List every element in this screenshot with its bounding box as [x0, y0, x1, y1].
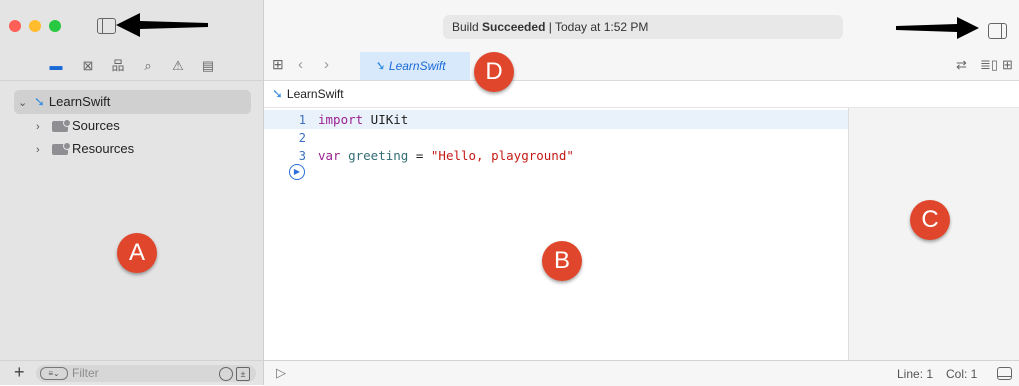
swift-icon: ➘ — [272, 86, 283, 101]
warning-icon[interactable]: ⚠ — [168, 56, 188, 76]
code-line: import UIKit — [318, 112, 409, 127]
arrow-right-annotation-icon — [896, 17, 979, 39]
toggle-inspector-button[interactable] — [988, 23, 1007, 39]
code-editor[interactable]: 1 2 3 ▶ import UIKit var greeting = "Hel… — [264, 108, 848, 360]
editor-tab-bar: ⊞ ‹ › ➘ LearnSwift ⇄ ≣▯ ⊞ — [264, 52, 1019, 81]
swift-icon: ➘ — [374, 58, 385, 73]
annotation-badge-c: C — [910, 200, 950, 240]
arrow-left-annotation-icon — [116, 13, 208, 37]
close-window-button[interactable] — [9, 20, 21, 32]
tab-learnswift[interactable]: ➘ LearnSwift — [360, 52, 470, 80]
debug-bar: ▷ Line: 1 Col: 1 — [264, 360, 1019, 386]
add-editor-icon[interactable]: ⊞ — [1002, 57, 1013, 73]
panel-toggle-icon[interactable] — [997, 367, 1012, 380]
tree-item-resources[interactable]: › Resources — [36, 137, 251, 161]
line-number: 2 — [298, 131, 306, 145]
back-icon[interactable]: ‹ — [298, 56, 303, 73]
tab-label: LearnSwift — [388, 59, 446, 73]
chevron-down-icon[interactable]: ⌄ — [18, 91, 30, 115]
forward-icon[interactable]: › — [324, 56, 329, 73]
line-number: 1 — [298, 113, 306, 127]
run-playground-icon[interactable]: ▷ — [276, 365, 286, 381]
status-separator: | — [548, 20, 552, 34]
folder-icon — [52, 142, 71, 156]
navigator-filter-bar: + ≡⌄ Filter ± — [0, 360, 263, 386]
minimize-window-button[interactable] — [29, 20, 41, 32]
search-icon[interactable]: ⌕ — [138, 56, 158, 76]
clock-icon[interactable] — [219, 367, 233, 381]
filter-options-icon[interactable]: ≡⌄ — [40, 367, 68, 380]
navigator-selector-bar: ▬ ⊠ 品 ⌕ ⚠ ▤ — [0, 52, 263, 81]
annotation-badge-b: B — [542, 241, 582, 281]
cursor-col: Col: 1 — [946, 367, 978, 381]
adjust-editor-icon[interactable]: ≣▯ — [980, 57, 998, 73]
tree-item-label: Resources — [72, 141, 135, 156]
folder-icon[interactable]: ▬ — [46, 56, 66, 76]
annotation-badge-a: A — [117, 233, 157, 273]
chevron-right-icon[interactable]: › — [36, 115, 48, 139]
tree-item-learnswift[interactable]: ⌄ ➘ LearnSwift — [14, 90, 251, 114]
status-time: Today at 1:52 PM — [555, 20, 649, 34]
tree-item-label: LearnSwift — [48, 94, 111, 109]
tree-item-label: Sources — [72, 118, 120, 133]
x-square-icon[interactable]: ⊠ — [78, 56, 98, 76]
zoom-window-button[interactable] — [49, 20, 61, 32]
tree-item-sources[interactable]: › Sources — [36, 114, 251, 138]
scm-filter-icon[interactable]: ± — [236, 367, 250, 381]
filter-placeholder: Filter — [72, 366, 99, 380]
hierarchy-icon[interactable]: 品 — [108, 56, 128, 76]
play-icon[interactable]: ▶ — [289, 164, 305, 180]
list-icon[interactable]: ▤ — [198, 56, 218, 76]
status-result: Succeeded — [482, 20, 546, 34]
breadcrumb[interactable]: LearnSwift — [287, 87, 344, 101]
cursor-line: Line: 1 — [897, 367, 934, 381]
refresh-icon[interactable]: ⇄ — [956, 57, 967, 73]
jump-bar: ➘ LearnSwift — [264, 81, 1019, 108]
code-line: var greeting = "Hello, playground" — [318, 148, 574, 163]
titlebar-left — [0, 0, 263, 52]
swift-icon: ➘ — [34, 94, 45, 109]
add-button[interactable]: + — [14, 362, 25, 383]
filter-field[interactable]: ≡⌄ Filter ± — [36, 365, 256, 382]
activity-status: Build Succeeded | Today at 1:52 PM — [443, 15, 843, 39]
grid-icon[interactable]: ⊞ — [272, 56, 284, 73]
line-number: 3 — [298, 149, 306, 163]
status-text: Build — [452, 20, 479, 34]
chevron-right-icon[interactable]: › — [36, 138, 48, 162]
folder-icon — [52, 119, 71, 133]
